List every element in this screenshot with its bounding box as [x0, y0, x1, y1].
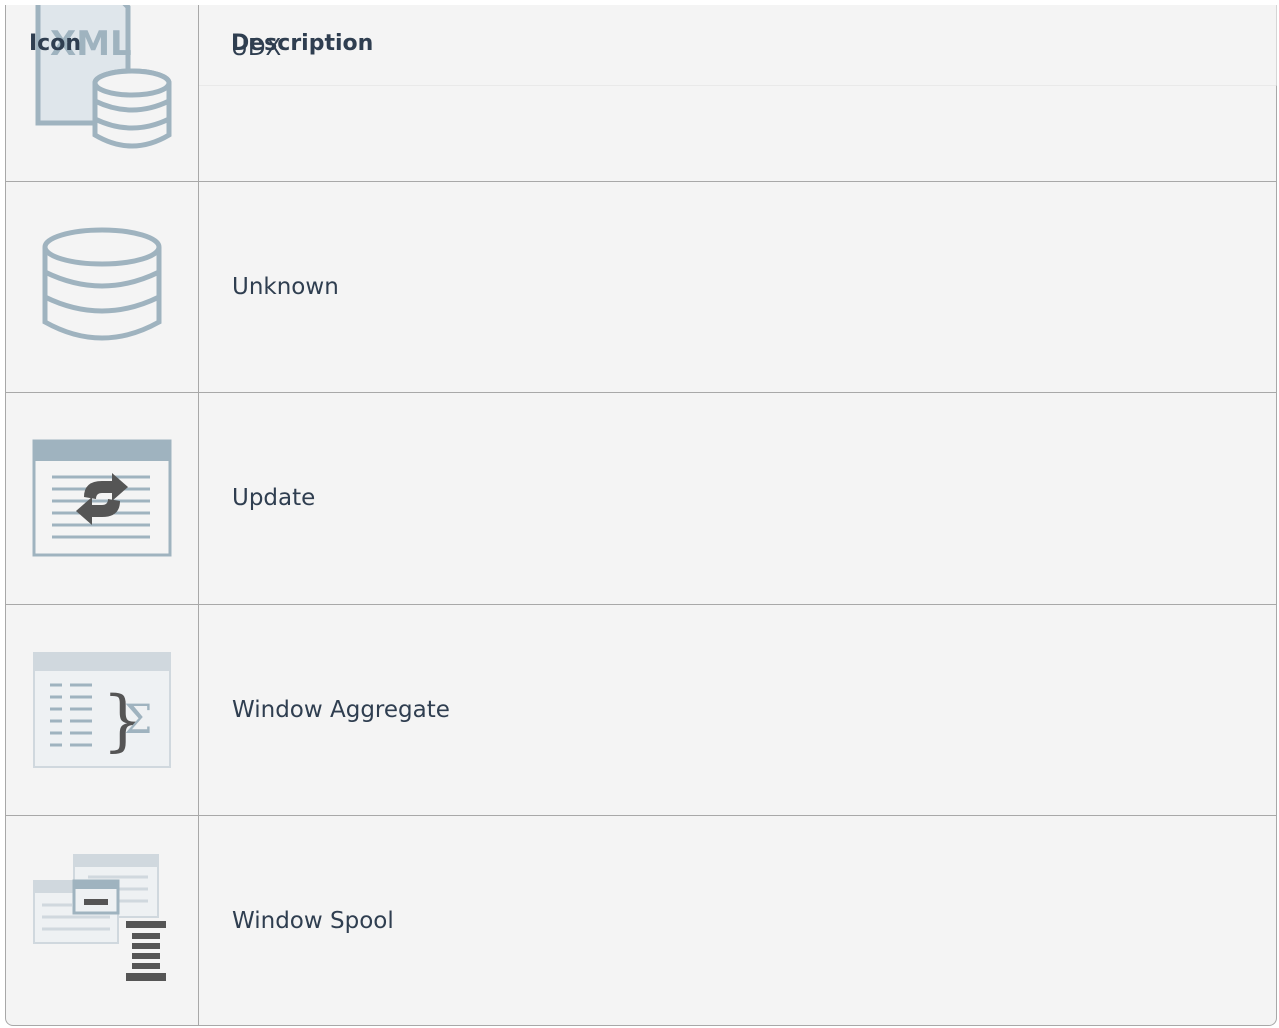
row-description: Window Spool	[232, 907, 394, 934]
svg-text:Σ: Σ	[124, 697, 152, 743]
table-row: Unknown	[6, 181, 1276, 393]
table-row: } Σ Window Aggregate	[6, 604, 1276, 816]
icon-cell: } Σ	[6, 604, 198, 815]
header-description-column[interactable]: Description	[231, 31, 373, 56]
table-row: Update	[6, 392, 1276, 605]
table-update-icon	[32, 439, 172, 557]
table-row: Window Spool	[6, 815, 1276, 1025]
database-icon	[42, 227, 162, 340]
header-icon-column[interactable]: Icon	[29, 31, 81, 56]
icon-cell	[6, 815, 198, 1025]
window-aggregate-icon: } Σ	[33, 651, 171, 768]
table-row: XML	[6, 5, 1276, 182]
icon-cell	[6, 181, 198, 392]
row-description: Window Aggregate	[232, 696, 450, 723]
icon-cell	[6, 392, 198, 604]
window-spool-icon	[33, 853, 166, 981]
row-description: Unknown	[232, 273, 339, 300]
row-description: Update	[232, 485, 316, 511]
operators-table: XML Unknown Update} Σ Window Aggregate …	[5, 5, 1277, 1026]
